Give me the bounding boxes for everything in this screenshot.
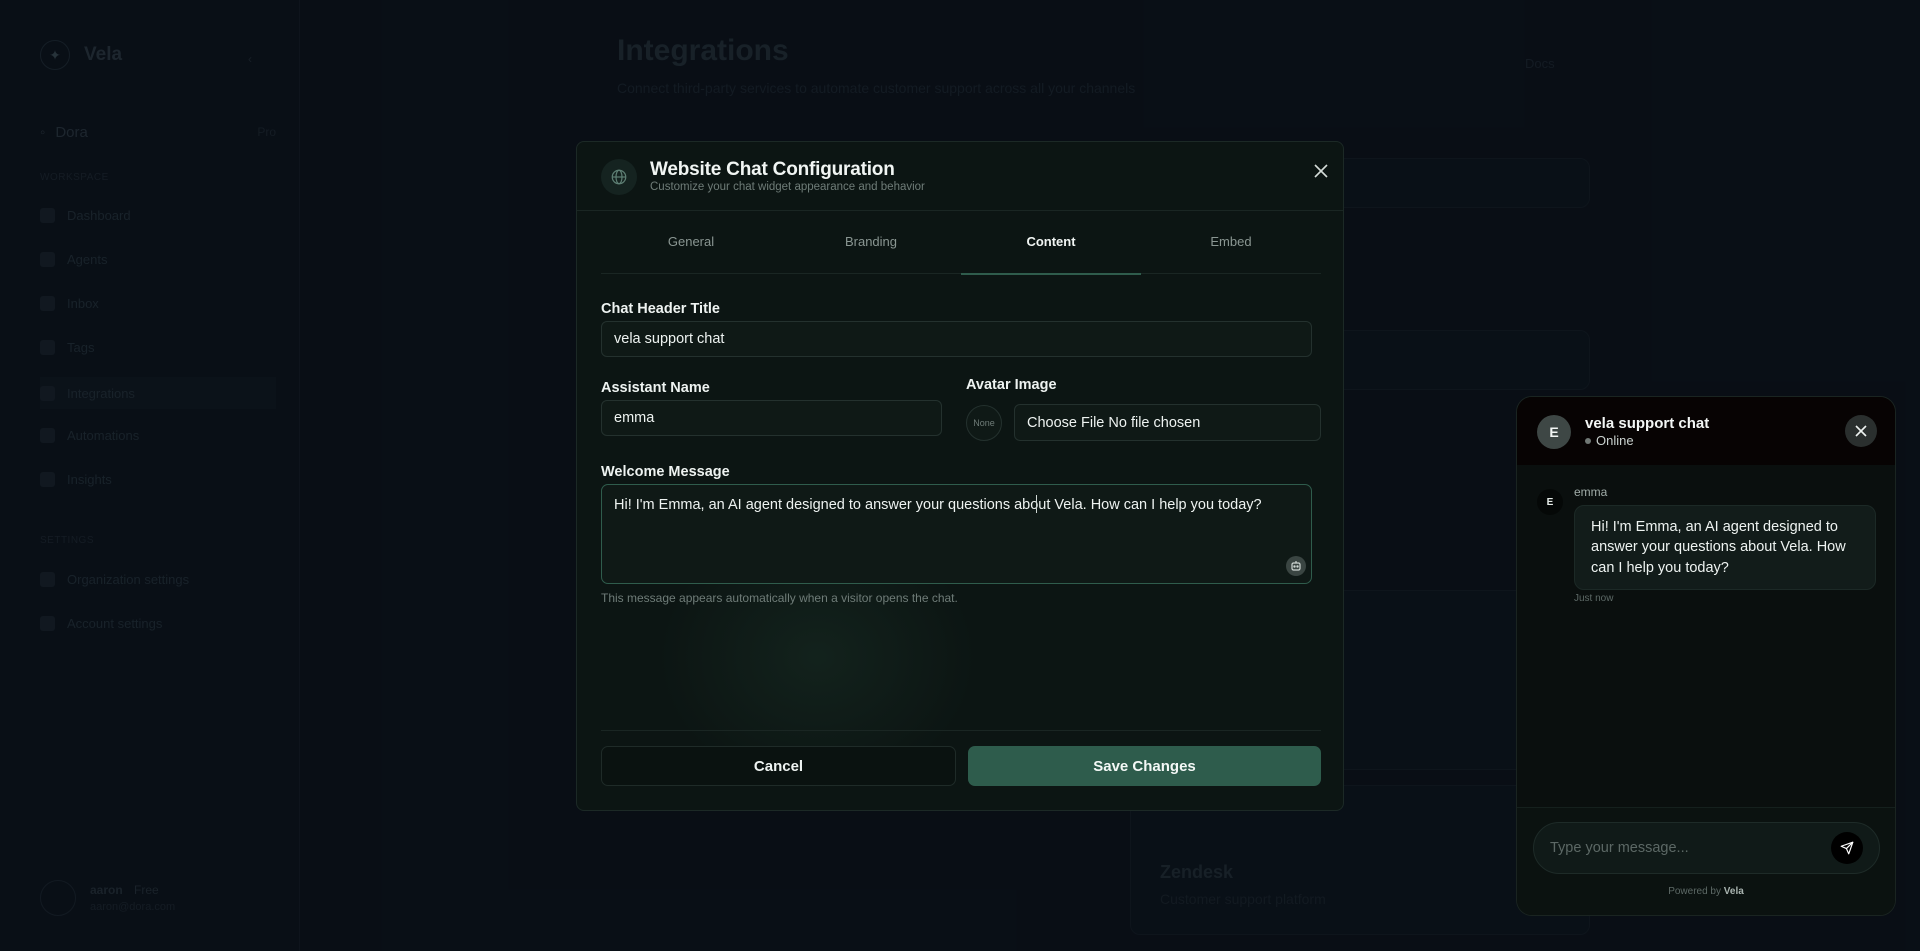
grammar-assistant-icon[interactable]: [1286, 556, 1306, 576]
chat-widget-preview: E vela support chat Online E emma Hi! I'…: [1516, 396, 1896, 916]
chat-header-title-input[interactable]: vela support chat: [601, 321, 1312, 357]
close-icon[interactable]: [1309, 159, 1333, 183]
choose-file-button[interactable]: Choose File: [1027, 415, 1104, 431]
chat-config-modal: Website Chat Configuration Customize you…: [576, 141, 1344, 811]
modal-subtitle: Customize your chat widget appearance an…: [650, 181, 925, 193]
avatar-file-input[interactable]: Choose File No file chosen: [1014, 404, 1321, 441]
chat-input-area: Type your message... Powered by Vela: [1517, 807, 1895, 915]
tab-content[interactable]: Content: [961, 231, 1141, 275]
chat-header-title-label: Chat Header Title: [601, 301, 720, 317]
modal-title: Website Chat Configuration: [650, 159, 895, 180]
cancel-button[interactable]: Cancel: [601, 746, 956, 786]
welcome-message-textarea[interactable]: Hi! I'm Emma, an AI agent designed to an…: [601, 484, 1312, 584]
modal-header: Website Chat Configuration Customize you…: [577, 142, 1343, 211]
tab-general[interactable]: General: [601, 231, 781, 273]
file-status: No file chosen: [1108, 414, 1201, 431]
divider: [601, 730, 1321, 731]
chat-avatar: E: [1537, 415, 1571, 449]
status-dot-icon: [1585, 437, 1591, 444]
welcome-message-text: Hi! I'm Emma, an AI agent designed to an…: [614, 497, 1262, 513]
chat-title: vela support chat: [1585, 415, 1710, 432]
assistant-name-input[interactable]: emma: [601, 400, 942, 436]
avatar-image-label: Avatar Image: [966, 377, 1057, 393]
save-changes-button[interactable]: Save Changes: [968, 746, 1321, 786]
text-cursor: [1036, 495, 1037, 513]
message-sender: emma: [1574, 485, 1608, 499]
message-avatar: E: [1537, 489, 1563, 515]
chat-header: E vela support chat Online: [1517, 397, 1895, 465]
tab-bar: General Branding Content Embed: [601, 231, 1321, 275]
message-timestamp: Just now: [1574, 593, 1614, 604]
avatar-preview: None: [966, 405, 1002, 441]
chat-message-input[interactable]: Type your message...: [1533, 822, 1880, 874]
welcome-message-label: Welcome Message: [601, 464, 730, 480]
powered-by: Powered by Vela: [1668, 886, 1744, 897]
send-icon[interactable]: [1831, 832, 1863, 864]
welcome-message-helper: This message appears automatically when …: [601, 591, 958, 605]
chat-status: Online: [1585, 433, 1634, 448]
globe-icon: [601, 159, 637, 195]
message-bubble: Hi! I'm Emma, an AI agent designed to an…: [1574, 505, 1876, 590]
assistant-name-label: Assistant Name: [601, 380, 710, 396]
tab-branding[interactable]: Branding: [781, 231, 961, 273]
tab-embed[interactable]: Embed: [1141, 231, 1321, 273]
chat-close-icon[interactable]: [1845, 415, 1877, 447]
